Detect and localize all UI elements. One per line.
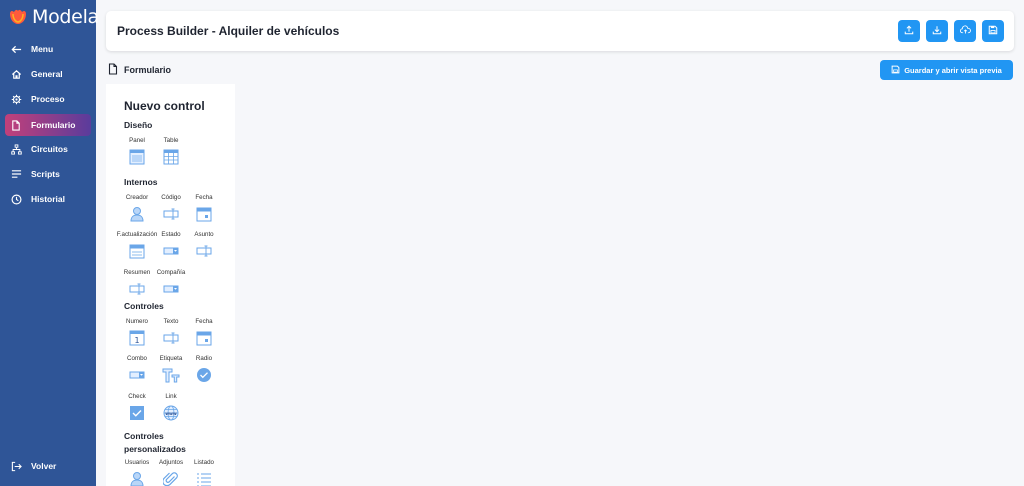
control-asunto[interactable]: Asunto bbox=[182, 230, 226, 260]
clock-icon bbox=[7, 194, 25, 205]
sidebar-item-volver[interactable]: Volver bbox=[5, 455, 91, 477]
svg-text:1: 1 bbox=[134, 336, 139, 345]
calendar-icon bbox=[195, 329, 213, 347]
checkbox-icon bbox=[128, 404, 146, 422]
document-icon bbox=[7, 119, 25, 131]
section-title-controles: Controles bbox=[124, 301, 164, 311]
save-preview-label: Guardar y abrir vista previa bbox=[904, 65, 1002, 75]
svg-text:www: www bbox=[165, 411, 177, 416]
document-icon bbox=[108, 63, 118, 77]
sidebar-item-label: Scripts bbox=[31, 169, 60, 179]
upload-icon bbox=[904, 22, 914, 40]
panel-icon bbox=[128, 148, 146, 166]
download-button[interactable] bbox=[926, 20, 948, 42]
label-icon bbox=[162, 366, 180, 384]
control-table[interactable]: Table bbox=[149, 136, 193, 166]
sidebar-item-scripts[interactable]: Scripts bbox=[5, 163, 91, 185]
save-icon bbox=[891, 65, 900, 76]
gear-icon bbox=[7, 94, 25, 105]
user-icon bbox=[128, 205, 146, 223]
control-fecha-interno[interactable]: Fecha bbox=[182, 193, 226, 223]
control-listado[interactable]: Listado bbox=[182, 458, 226, 486]
page-title: Process Builder - Alquiler de vehículos bbox=[117, 24, 340, 38]
save-icon bbox=[988, 22, 998, 40]
text-field-icon bbox=[162, 205, 180, 223]
table-icon bbox=[162, 148, 180, 166]
cloud-upload-button[interactable] bbox=[954, 20, 976, 42]
sidebar-item-label: Circuitos bbox=[31, 144, 68, 154]
text-field-icon bbox=[162, 329, 180, 347]
calendar-icon bbox=[128, 242, 146, 260]
number-icon: 1 bbox=[128, 329, 146, 347]
modela-logo-icon bbox=[10, 9, 26, 24]
logout-icon bbox=[7, 461, 25, 472]
control-link[interactable]: Link www bbox=[149, 392, 193, 422]
sidebar-item-proceso[interactable]: Proceso bbox=[5, 88, 91, 110]
arrow-left-icon bbox=[7, 44, 25, 55]
app-logo[interactable]: Modela bbox=[8, 6, 99, 28]
header-bar: Process Builder - Alquiler de vehículos bbox=[106, 11, 1014, 51]
section-title-diseno: Diseño bbox=[124, 120, 153, 130]
panel-title: Nuevo control bbox=[124, 99, 205, 113]
radio-icon bbox=[195, 366, 213, 384]
section-heading: Formulario bbox=[108, 63, 171, 77]
lines-icon bbox=[7, 169, 25, 179]
sidebar-item-circuitos[interactable]: Circuitos bbox=[5, 138, 91, 160]
cloud-upload-icon bbox=[959, 22, 971, 40]
save-button[interactable] bbox=[982, 20, 1004, 42]
sidebar-item-label: Historial bbox=[31, 194, 66, 204]
dropdown-icon bbox=[162, 242, 180, 260]
sitemap-icon bbox=[7, 143, 25, 155]
controls-panel: Nuevo control Diseño Panel Table Interno… bbox=[106, 84, 235, 486]
sidebar-item-label: Formulario bbox=[31, 120, 76, 130]
download-icon bbox=[932, 22, 942, 40]
section-title-personalizados: Controles personalizados bbox=[124, 431, 186, 454]
control-fecha[interactable]: Fecha bbox=[182, 317, 226, 347]
home-icon bbox=[7, 69, 25, 80]
section-title: Formulario bbox=[124, 65, 172, 75]
section-title-internos: Internos bbox=[124, 177, 158, 187]
dropdown-icon bbox=[162, 280, 180, 298]
sidebar: Modela Menu General Proceso Formulario C… bbox=[0, 0, 99, 486]
sidebar-item-formulario[interactable]: Formulario bbox=[5, 114, 91, 136]
dropdown-icon bbox=[128, 366, 146, 384]
sidebar-item-label: Volver bbox=[31, 461, 57, 471]
sidebar-item-general[interactable]: General bbox=[5, 63, 91, 85]
text-field-icon bbox=[128, 280, 146, 298]
save-preview-button[interactable]: Guardar y abrir vista previa bbox=[880, 60, 1013, 80]
app-name: Modela bbox=[32, 6, 99, 28]
calendar-icon bbox=[195, 205, 213, 223]
text-field-icon bbox=[195, 242, 213, 260]
paperclip-icon bbox=[162, 470, 180, 486]
sidebar-item-historial[interactable]: Historial bbox=[5, 188, 91, 210]
control-radio[interactable]: Radio bbox=[182, 354, 226, 384]
sidebar-item-label: Menu bbox=[31, 44, 54, 54]
globe-icon: www bbox=[162, 404, 180, 422]
sidebar-item-menu[interactable]: Menu bbox=[5, 38, 91, 60]
list-icon bbox=[195, 470, 213, 486]
control-compania[interactable]: Compañía bbox=[149, 268, 193, 298]
sidebar-item-label: General bbox=[31, 69, 63, 79]
upload-button[interactable] bbox=[898, 20, 920, 42]
user-icon bbox=[128, 470, 146, 486]
sidebar-item-label: Proceso bbox=[31, 94, 65, 104]
